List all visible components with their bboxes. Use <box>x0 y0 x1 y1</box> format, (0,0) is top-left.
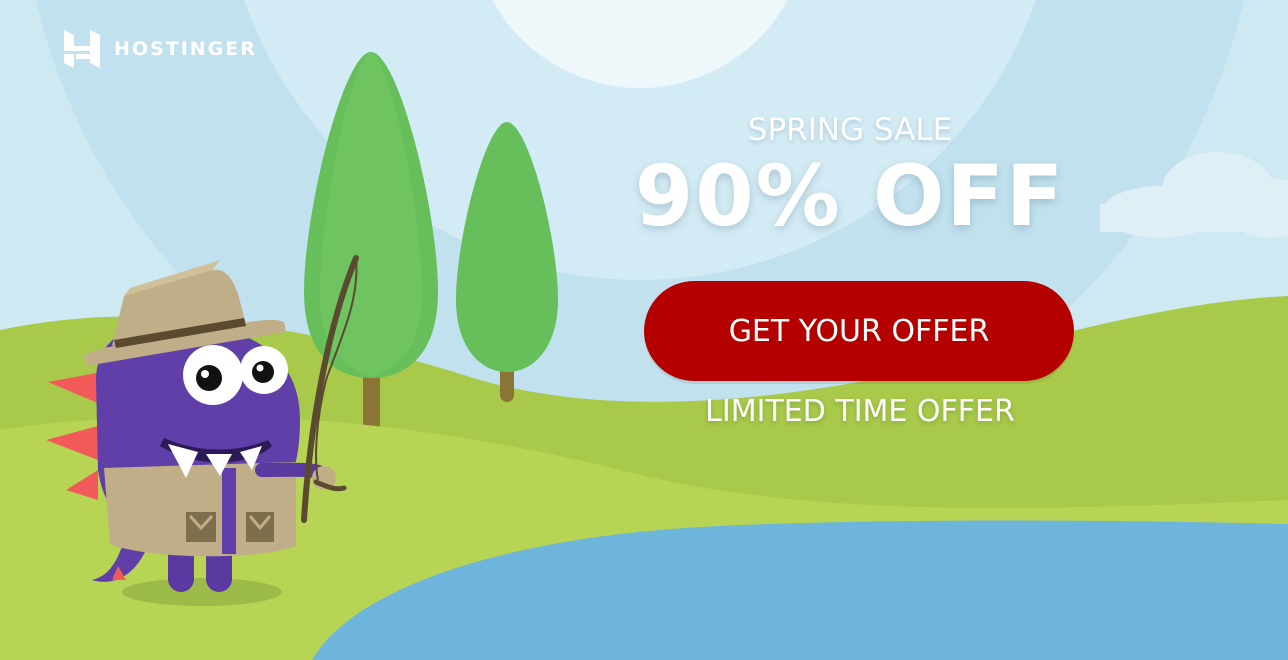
limited-time-note: LIMITED TIME OFFER <box>705 394 1015 429</box>
brand-logo[interactable]: HOSTINGER <box>64 30 257 68</box>
brand-name: HOSTINGER <box>114 38 257 60</box>
hostinger-h-logo-icon <box>64 30 100 68</box>
promo-text-block: SPRING SALE 90% OFF <box>560 108 1140 244</box>
promo-banner[interactable]: HOSTINGER SPRING SALE 90% OFF GET YOUR O… <box>0 0 1288 660</box>
mascot-shadow <box>122 578 282 606</box>
promo-headline: 90% OFF <box>634 147 1066 245</box>
get-offer-button[interactable]: GET YOUR OFFER <box>644 281 1074 381</box>
promo-kicker: SPRING SALE <box>747 112 953 148</box>
